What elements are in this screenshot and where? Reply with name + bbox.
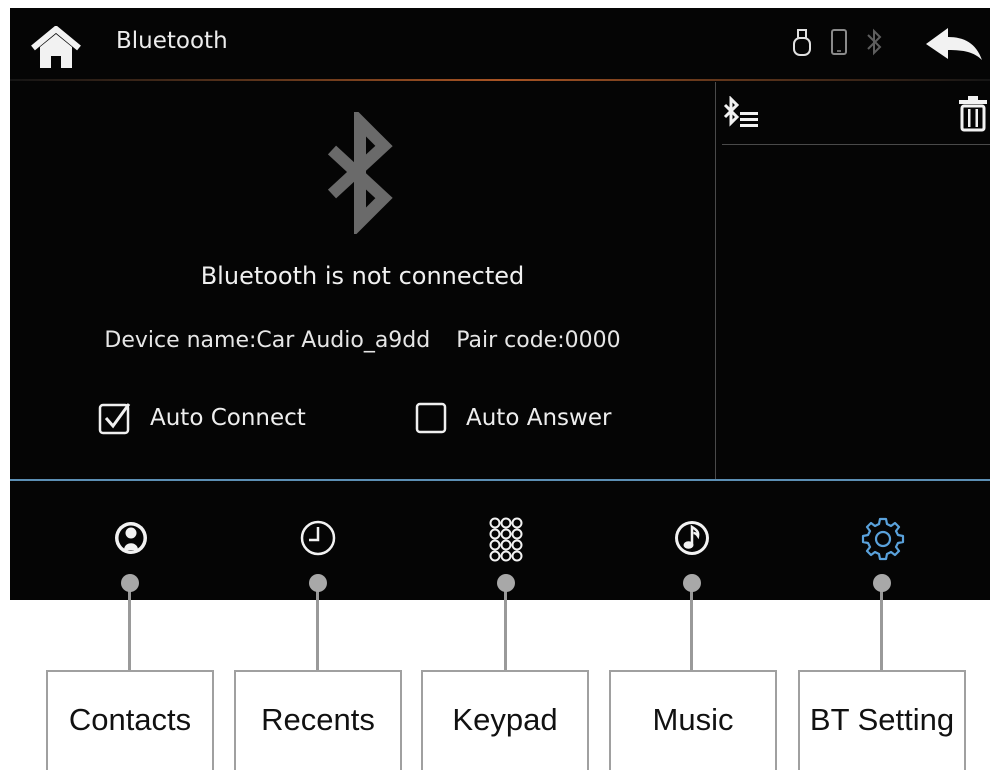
checkbox-unchecked-icon[interactable] <box>414 401 448 435</box>
checkbox-checked-icon[interactable] <box>98 401 132 435</box>
label-bt-setting: BT Setting <box>809 702 955 737</box>
nav-keypad-button[interactable] <box>475 507 537 569</box>
device-info: Device name:Car Audio_a9dd Pair code:0000 <box>10 328 715 353</box>
top-bar: Bluetooth <box>10 8 990 81</box>
nav-bt-setting-button[interactable] <box>852 507 914 569</box>
callout-dot-recents <box>309 574 327 592</box>
car-screen: Bluetooth Bluetooth is not connected Dev… <box>10 8 990 600</box>
contacts-icon <box>115 522 147 554</box>
label-box-recents: Recents <box>234 670 402 770</box>
nav-contacts-button[interactable] <box>100 507 162 569</box>
header-divider <box>10 79 990 81</box>
recents-icon <box>300 520 336 556</box>
label-music: Music <box>652 702 734 737</box>
label-recents: Recents <box>261 702 375 737</box>
keypad-icon <box>489 517 523 562</box>
auto-connect-label: Auto Connect <box>150 405 306 431</box>
delete-button[interactable] <box>958 94 988 132</box>
callout-line-bt-setting <box>880 590 883 670</box>
auto-answer-label: Auto Answer <box>466 405 612 431</box>
nav-recents-button[interactable] <box>287 507 349 569</box>
phone-icon <box>831 29 847 55</box>
settings-icon <box>861 517 905 561</box>
connection-status: Bluetooth is not connected <box>200 262 525 290</box>
bluetooth-list-button[interactable] <box>722 95 768 132</box>
paired-devices-header <box>722 82 990 145</box>
panel-divider <box>715 82 716 479</box>
trash-icon <box>959 96 987 132</box>
page-title: Bluetooth <box>116 28 228 54</box>
callout-dot-bt-setting <box>873 574 891 592</box>
auto-connect-option[interactable]: Auto Connect <box>98 398 306 438</box>
nav-music-button[interactable] <box>661 507 723 569</box>
callout-line-music <box>690 590 693 670</box>
label-box-keypad: Keypad <box>421 670 589 770</box>
label-contacts: Contacts <box>68 702 192 737</box>
paired-devices-panel <box>722 82 990 479</box>
pair-code: Pair code:0000 <box>456 328 621 353</box>
back-arrow-icon <box>926 28 982 60</box>
label-box-contacts: Contacts <box>46 670 214 770</box>
label-box-music: Music <box>609 670 777 770</box>
device-name: Device name:Car Audio_a9dd <box>104 328 431 353</box>
label-box-bt-setting: BT Setting <box>798 670 966 770</box>
callout-line-recents <box>316 590 319 670</box>
auto-answer-option[interactable]: Auto Answer <box>414 398 611 438</box>
label-keypad: Keypad <box>452 702 558 737</box>
callout-dot-music <box>683 574 701 592</box>
usb-icon <box>793 29 811 56</box>
callout-dot-keypad <box>497 574 515 592</box>
home-icon <box>31 25 81 68</box>
bluetooth-logo-icon <box>327 112 393 234</box>
callout-line-keypad <box>504 590 507 670</box>
callout-dot-contacts <box>121 574 139 592</box>
bluetooth-status-icon <box>867 28 882 56</box>
connection-panel: Bluetooth is not connected Device name:C… <box>10 82 715 479</box>
home-button[interactable] <box>30 25 82 70</box>
back-button[interactable] <box>924 26 984 66</box>
music-icon <box>675 521 709 555</box>
callout-line-contacts <box>128 590 131 670</box>
bluetooth-list-icon <box>723 95 758 127</box>
